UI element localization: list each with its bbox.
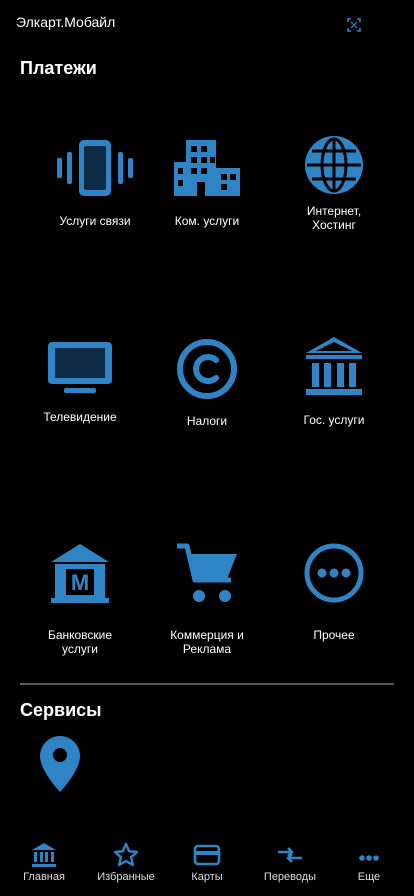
payment-tile-commerce[interactable]: Коммерция и Реклама [138,542,276,656]
services-title: Сервисы [20,700,102,720]
nav-label: Переводы [263,871,317,883]
nav-label: Главная [23,871,65,883]
payment-tile-utilities[interactable]: Ком. услуги [138,138,276,228]
payment-tile-label: Ком. услуги [174,214,240,228]
bank-icon [32,843,56,867]
more-dots-icon [359,855,379,861]
transfer-icon [278,847,302,863]
payment-tile-taxes[interactable]: Налоги [138,338,276,428]
nav-item-cards[interactable]: Карты [166,836,248,883]
payment-tile-label: Коммерция и Реклама [170,628,244,656]
nav-item-transfers[interactable]: Переводы [249,836,331,883]
app-title: Элкарт.Мобайл [16,14,116,30]
buildings-icon [174,140,240,196]
payment-tile-label: Гос. услуги [303,413,365,427]
shopping-cart-icon [177,543,237,602]
qr-scan-icon[interactable] [346,17,362,33]
payment-tile-internet[interactable]: Интернет, Хостинг [265,134,403,232]
bank-icon: M [51,544,109,603]
government-building-icon [306,337,362,395]
payment-tile-tv[interactable]: Телевидение [11,340,149,424]
bottom-nav: Главная Избранные Карты Переводы Еще [0,836,414,896]
payment-tile-label: Прочее [313,628,355,642]
copyright-icon [177,339,237,399]
nav-label: Карты [191,871,223,883]
payments-title: Платежи [20,58,97,78]
payment-tile-banking[interactable]: M Банковские услуги [11,542,149,656]
more-dots-circle-icon [304,543,364,603]
payment-tile-other[interactable]: Прочее [265,542,403,642]
nav-item-favorites[interactable]: Избранные [85,836,167,883]
payment-tile-government[interactable]: Гос. услуги [265,335,403,427]
tv-icon [48,342,112,393]
payment-tile-label: Интернет, Хостинг [306,204,362,232]
phone-vibrate-icon [57,140,133,196]
nav-item-home[interactable]: Главная [3,836,85,883]
app-header: Элкарт.Мобайл [0,0,414,44]
payment-tile-label: Налоги [186,414,228,428]
map-pin-icon [40,736,80,792]
svg-text:M: M [71,570,89,595]
nav-label: Еще [357,871,381,883]
nav-item-more[interactable]: Еще [328,836,410,883]
card-icon [193,844,221,866]
section-divider [20,683,394,685]
payment-tile-label: Телевидение [43,410,117,424]
star-icon [113,842,139,867]
globe-icon [305,136,363,194]
payment-tile-label: Банковские услуги [47,628,113,656]
nav-label: Избранные [97,871,155,883]
service-tile-map[interactable] [38,734,82,794]
